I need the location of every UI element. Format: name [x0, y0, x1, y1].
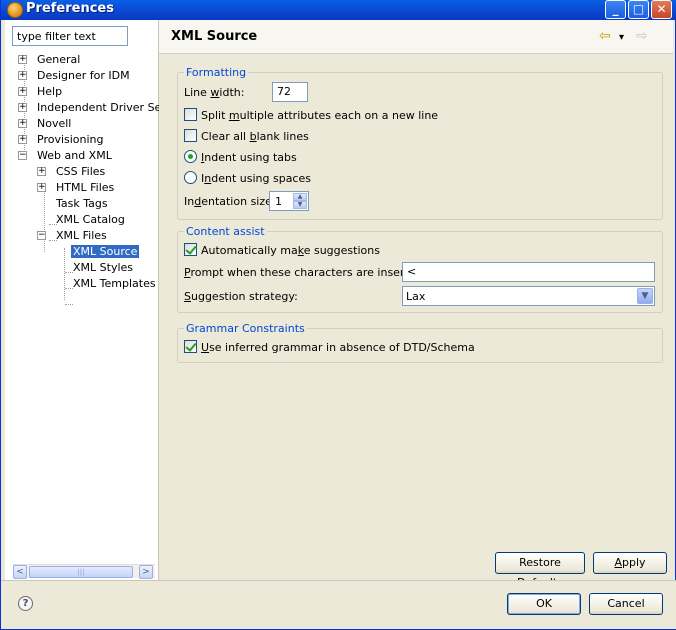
expand-icon[interactable]: + [18, 87, 27, 96]
maximize-button[interactable]: □ [628, 0, 649, 19]
grammar-constraints-group: Grammar Constraints Use inferred grammar… [177, 322, 663, 363]
tree-item-task-tags[interactable]: Task Tags [54, 196, 110, 212]
ok-button[interactable]: OK [507, 593, 581, 615]
scroll-right-icon[interactable]: > [139, 565, 153, 579]
indentation-size-stepper[interactable]: 1 ▲ ▼ [269, 191, 309, 211]
expand-icon[interactable]: + [37, 183, 46, 192]
clear-blank-lines-checkbox[interactable] [184, 129, 197, 142]
content-assist-group: Content assist Automatically make sugges… [177, 225, 663, 313]
window-title: Preferences [26, 1, 114, 16]
indent-spaces-radio[interactable] [184, 171, 197, 184]
page-title: XML Source [171, 29, 258, 44]
scroll-thumb[interactable]: ||| [29, 566, 133, 578]
preference-page: XML Source ⇦ ▾ ⇨ Formatting Line width: … [159, 20, 673, 589]
close-button[interactable]: ✕ [651, 0, 672, 19]
formatting-group: Formatting Line width: 72 Split multiple… [177, 66, 663, 220]
tree-item-html-files[interactable]: + HTML Files [37, 180, 116, 196]
indent-spaces-option[interactable]: Indent using spaces [184, 171, 311, 185]
tree-item-css-files[interactable]: + CSS Files [37, 164, 107, 180]
indent-tabs-radio[interactable] [184, 150, 197, 163]
tree-item-xml-catalog[interactable]: XML Catalog [54, 212, 127, 228]
tree-item-xml-source[interactable]: XML Source [69, 244, 141, 260]
split-attributes-checkbox[interactable] [184, 108, 197, 121]
restore-defaults-button[interactable]: Restore Defaults [495, 552, 585, 589]
scroll-left-icon[interactable]: < [13, 565, 27, 579]
tree-item-help[interactable]: + Help [18, 84, 64, 100]
expand-icon[interactable]: + [18, 135, 27, 144]
back-arrow-icon[interactable]: ⇦ [599, 28, 611, 44]
expand-icon[interactable]: + [18, 55, 27, 64]
preferences-window: Preferences _ □ ✕ + General + Designer f… [0, 0, 676, 630]
forward-arrow-icon[interactable]: ⇨ [636, 28, 648, 44]
filter-input[interactable] [12, 26, 128, 46]
auto-suggestions-checkbox[interactable] [184, 243, 197, 256]
tree-item-designer-for-idm[interactable]: + Designer for IDM [18, 68, 132, 84]
expand-icon[interactable]: + [37, 167, 46, 176]
tree-item-web-and-xml[interactable]: − Web and XML [18, 148, 114, 164]
expand-icon[interactable]: + [18, 71, 27, 80]
auto-suggestions-option[interactable]: Automatically make suggestions [184, 243, 380, 257]
inferred-grammar-checkbox[interactable] [184, 340, 197, 353]
tree-connector [64, 248, 65, 300]
prompt-characters-input[interactable]: < [402, 262, 655, 282]
expand-icon[interactable]: + [18, 103, 27, 112]
minimize-button[interactable]: _ [605, 0, 626, 19]
collapse-icon[interactable]: − [18, 151, 27, 160]
collapse-icon[interactable]: − [37, 231, 46, 240]
tree-item-xml-styles[interactable]: XML Styles [71, 260, 135, 276]
tree-item-xml-files[interactable]: − XML Files [37, 228, 109, 244]
tree-item-independent-driver-serv[interactable]: + Independent Driver Serv [18, 100, 174, 116]
tree-connector [65, 304, 73, 305]
grammar-constraints-legend: Grammar Constraints [186, 322, 305, 335]
dialog-button-bar: ? OK Cancel [1, 580, 676, 629]
split-attributes-option[interactable]: Split multiple attributes each on a new … [184, 108, 438, 122]
title-bar[interactable]: Preferences _ □ ✕ [1, 0, 676, 20]
help-icon[interactable]: ? [18, 596, 33, 611]
line-width-label: Line width: [184, 86, 245, 99]
preferences-navigation: + General + Designer for IDM + Help + In… [5, 20, 172, 580]
suggestion-strategy-label: Suggestion strategy: [184, 290, 298, 303]
formatting-legend: Formatting [186, 66, 247, 79]
cancel-button[interactable]: Cancel [589, 593, 663, 615]
tree-item-novell[interactable]: + Novell [18, 116, 73, 132]
page-header: XML Source ⇦ ▾ ⇨ [159, 20, 673, 54]
tree-item-provisioning[interactable]: + Provisioning [18, 132, 106, 148]
app-icon [7, 2, 23, 18]
indent-tabs-option[interactable]: Indent using tabs [184, 150, 297, 164]
spin-up-icon[interactable]: ▲ [293, 193, 307, 201]
tree-item-general[interactable]: + General [18, 52, 82, 68]
content-assist-legend: Content assist [186, 225, 265, 238]
prompt-characters-label: Prompt when these characters are inserte… [184, 266, 427, 279]
chevron-down-icon[interactable]: ▼ [637, 288, 653, 304]
inferred-grammar-option[interactable]: Use inferred grammar in absence of DTD/S… [184, 340, 475, 354]
apply-button[interactable]: Apply [593, 552, 667, 574]
indentation-size-label: Indentation size: [184, 195, 276, 208]
clear-blank-lines-option[interactable]: Clear all blank lines [184, 129, 309, 143]
tree-connector [44, 184, 45, 252]
history-menu-icon[interactable]: ▾ [619, 30, 624, 46]
spin-down-icon[interactable]: ▼ [293, 201, 307, 209]
tree-horizontal-scrollbar[interactable]: < ||| > [13, 564, 155, 579]
tree-item-xml-templates[interactable]: XML Templates [71, 276, 158, 292]
expand-icon[interactable]: + [18, 119, 27, 128]
line-width-input[interactable]: 72 [272, 82, 308, 102]
suggestion-strategy-select[interactable]: Lax ▼ [402, 286, 655, 306]
